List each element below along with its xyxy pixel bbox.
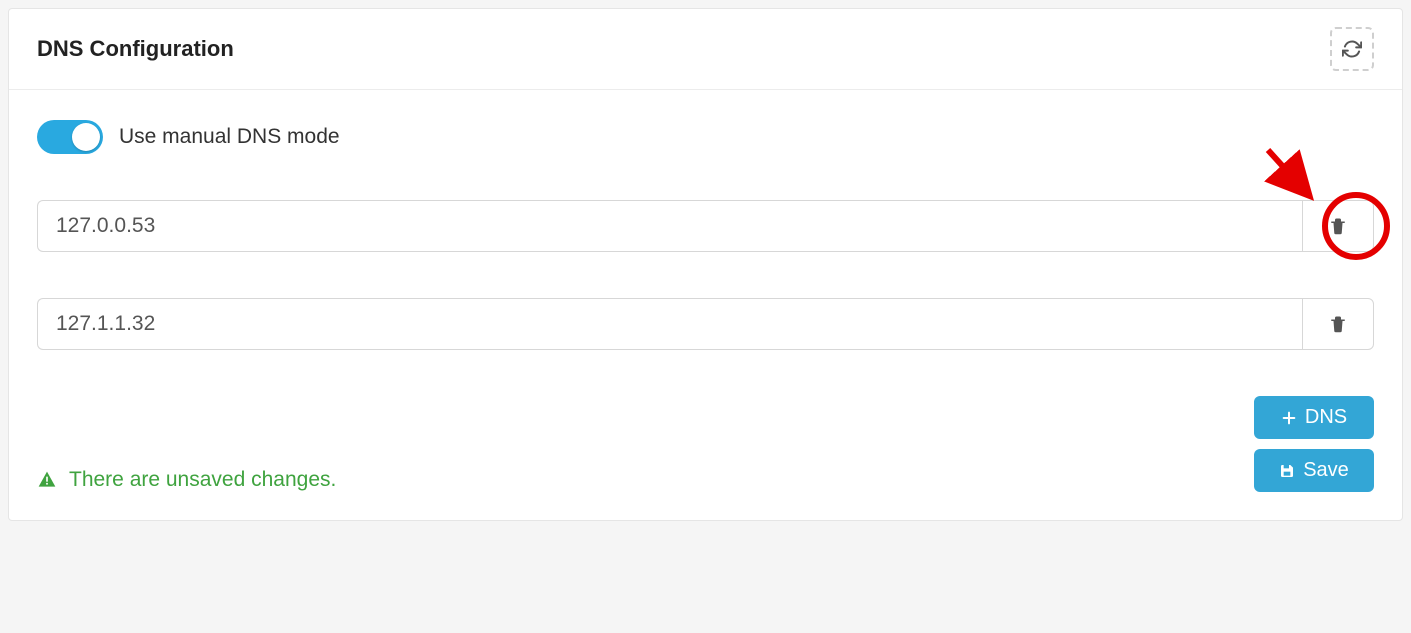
action-buttons: DNS Save <box>1254 396 1374 492</box>
add-dns-label: DNS <box>1305 406 1347 429</box>
status-text: There are unsaved changes. <box>69 468 336 492</box>
save-label: Save <box>1303 459 1349 482</box>
dns-config-panel: DNS Configuration Use manual DNS mode <box>8 8 1403 521</box>
dns-entry-row <box>37 200 1374 252</box>
refresh-button[interactable] <box>1330 27 1374 71</box>
delete-dns-button[interactable] <box>1302 298 1374 350</box>
save-button[interactable]: Save <box>1254 449 1374 492</box>
panel-body: Use manual DNS mode <box>9 90 1402 520</box>
refresh-icon <box>1342 39 1362 59</box>
footer-row: There are unsaved changes. DNS <box>37 396 1374 492</box>
panel-title: DNS Configuration <box>37 36 234 62</box>
unsaved-status: There are unsaved changes. <box>37 468 336 492</box>
add-dns-button[interactable]: DNS <box>1254 396 1374 439</box>
trash-icon <box>1329 314 1347 334</box>
plus-icon <box>1281 410 1297 426</box>
dns-input[interactable] <box>37 200 1302 252</box>
delete-dns-button[interactable] <box>1302 200 1374 252</box>
manual-dns-toggle-label: Use manual DNS mode <box>119 125 340 149</box>
warning-icon <box>37 470 57 490</box>
trash-icon <box>1329 216 1347 236</box>
dns-entry-row <box>37 298 1374 350</box>
manual-dns-toggle[interactable] <box>37 120 103 154</box>
toggle-knob <box>72 123 100 151</box>
panel-header: DNS Configuration <box>9 9 1402 90</box>
manual-dns-toggle-row: Use manual DNS mode <box>37 120 1374 154</box>
save-icon <box>1279 463 1295 479</box>
dns-input[interactable] <box>37 298 1302 350</box>
